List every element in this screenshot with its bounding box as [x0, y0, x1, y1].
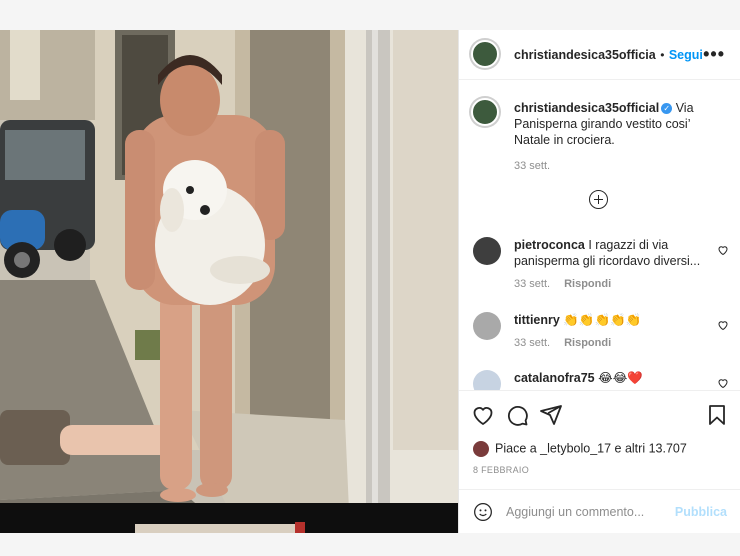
header-separator: •: [660, 48, 665, 62]
post-side-panel: christiandesica35officia • Segui ••• chr…: [458, 30, 740, 534]
comment-meta: 33 sett. Rispondi: [514, 278, 611, 290]
author-username[interactable]: christiandesica35officia: [514, 48, 656, 62]
post-date: 8 FEBBRAIO: [473, 465, 530, 475]
caption-time: 33 sett.: [514, 160, 551, 172]
caption-username[interactable]: christiandesica35official: [514, 101, 659, 115]
browser-bottom-bar: [0, 533, 740, 556]
comment-heart-icon[interactable]: [717, 244, 729, 256]
add-comment-bar: Aggiungi un commento... Pubblica: [459, 489, 740, 535]
photo-illustration: [0, 30, 458, 533]
post-header: christiandesica35officia • Segui •••: [459, 30, 740, 80]
author-avatar[interactable]: [469, 38, 501, 70]
comment-icon[interactable]: [505, 403, 529, 427]
comment-input[interactable]: Aggiungi un commento...: [506, 505, 644, 519]
likes-text: Piace a _letybolo_17 e altri 13.707: [495, 441, 687, 456]
more-icon[interactable]: •••: [703, 44, 725, 65]
smile-icon[interactable]: [473, 502, 493, 522]
post-photo[interactable]: [0, 30, 458, 533]
comment-avatar[interactable]: [473, 312, 501, 340]
comment-time: 33 sett.: [514, 278, 551, 290]
comment-time: 33 sett.: [514, 337, 551, 349]
comment-avatar[interactable]: [473, 370, 501, 390]
comment-text: 👏👏👏👏👏: [563, 313, 642, 327]
comment-username[interactable]: catalanofra75: [514, 371, 595, 385]
share-icon[interactable]: [539, 403, 563, 427]
comment-username[interactable]: tittienry: [514, 313, 560, 327]
browser-top-bar: [0, 0, 740, 30]
bookmark-icon[interactable]: [705, 403, 729, 427]
comment-item: catalanofra75 😂😂❤️: [459, 368, 740, 390]
comment-text: 😂😂❤️: [598, 371, 643, 385]
comment-body: catalanofra75 😂😂❤️: [514, 370, 709, 386]
comment-heart-icon[interactable]: [717, 319, 729, 331]
verified-badge-icon: ✓: [661, 103, 673, 115]
heart-icon[interactable]: [471, 403, 495, 427]
comment-avatar[interactable]: [473, 237, 501, 265]
comment-meta: 33 sett. Rispondi: [514, 337, 611, 349]
liker-avatar: [473, 441, 489, 457]
caption-avatar[interactable]: [469, 96, 501, 128]
comment-body: tittienry 👏👏👏👏👏: [514, 312, 709, 328]
reply-button[interactable]: Rispondi: [564, 278, 611, 290]
post-actions: Piace a _letybolo_17 e altri 13.707 8 FE…: [459, 390, 740, 534]
likes-summary[interactable]: Piace a _letybolo_17 e altri 13.707: [473, 441, 687, 457]
add-icon[interactable]: [589, 190, 608, 209]
comment-username[interactable]: pietroconca: [514, 238, 585, 252]
follow-button[interactable]: Segui: [669, 48, 703, 62]
comment-body: pietroconca I ragazzi di via panisperma …: [514, 237, 709, 269]
comment-heart-icon[interactable]: [717, 377, 729, 389]
post-caption: christiandesica35official ✓ Via Panispern…: [514, 100, 719, 174]
reply-button[interactable]: Rispondi: [564, 337, 611, 349]
publish-button[interactable]: Pubblica: [675, 505, 727, 519]
